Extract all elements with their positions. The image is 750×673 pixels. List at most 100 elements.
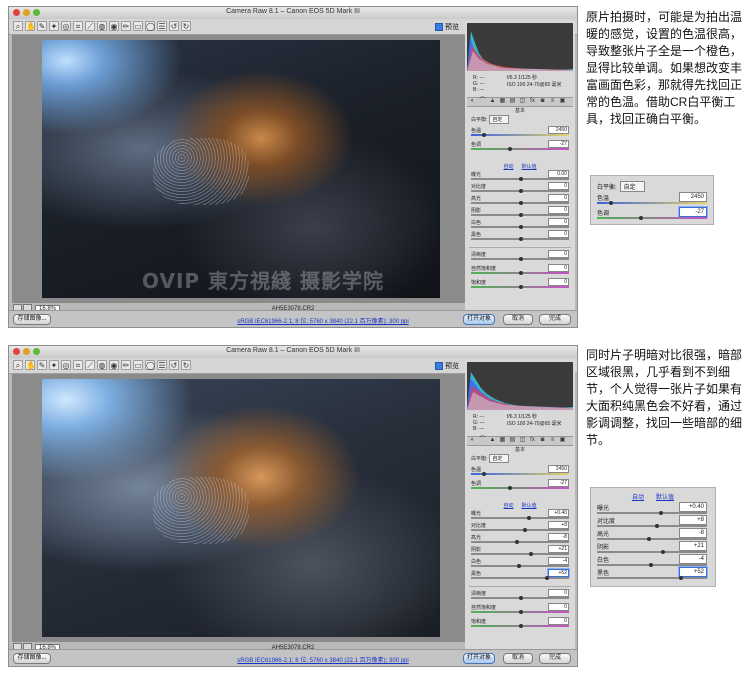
hand-tool-icon[interactable]: ✋: [25, 360, 36, 370]
cancel-button[interactable]: 取消: [503, 653, 533, 664]
save-image-button[interactable]: 存储图像...: [13, 314, 51, 325]
vibrance-slider[interactable]: 自然饱和度 0: [471, 264, 571, 276]
tint-slider[interactable]: 色调 -27: [471, 479, 571, 491]
zoom-tool-icon[interactable]: ⌕: [13, 360, 23, 370]
rotate-left-icon[interactable]: ↺: [169, 21, 179, 31]
white-balance-select[interactable]: 白平衡: 自定: [471, 115, 510, 124]
adjustment-brush-icon[interactable]: ✏: [121, 360, 131, 370]
color-sampler-icon[interactable]: ✦: [49, 21, 59, 31]
zoom-shadows-slider[interactable]: 阴影 +21: [597, 541, 709, 554]
presets-tab-icon[interactable]: ≡: [549, 437, 556, 444]
hsl-tab-icon[interactable]: ▦: [499, 437, 506, 444]
detail-tab-icon[interactable]: ▲: [489, 98, 496, 105]
zoom-tool-icon[interactable]: ⌕: [13, 21, 23, 31]
white-balance-tool-icon[interactable]: ✎: [37, 360, 47, 370]
whites-slider[interactable]: 白色 0: [471, 218, 571, 230]
contrast-slider[interactable]: 对比度 0: [471, 182, 571, 194]
spot-removal-icon[interactable]: ◍: [97, 360, 107, 370]
clarity-slider[interactable]: 清晰度 0: [471, 589, 571, 601]
clarity-slider[interactable]: 清晰度 0: [471, 250, 571, 262]
zoom-contrast-slider[interactable]: 对比度 +8: [597, 515, 709, 528]
lens-tab-icon[interactable]: ◫: [519, 98, 526, 105]
preview-checkbox[interactable]: 预览: [435, 361, 459, 371]
adjustment-brush-icon[interactable]: ✏: [121, 21, 131, 31]
default-link[interactable]: 默认值: [522, 164, 537, 170]
default-link[interactable]: 默认值: [656, 495, 674, 501]
basic-tab-icon[interactable]: ◐: [469, 98, 476, 105]
crop-tool-icon[interactable]: ⌗: [73, 21, 83, 31]
snapshots-tab-icon[interactable]: ▣: [559, 98, 566, 105]
shadows-slider[interactable]: 阴影 +21: [471, 545, 571, 557]
tone-curve-tab-icon[interactable]: ⌒: [479, 437, 486, 444]
zoom-wb-select[interactable]: 白平衡: 自定: [597, 181, 645, 192]
zoom-tint-slider[interactable]: 色调 -27: [597, 207, 709, 220]
whites-slider[interactable]: 白色 -4: [471, 557, 571, 569]
white-balance-select[interactable]: 白平衡: 自定: [471, 454, 510, 463]
highlights-slider[interactable]: 高光 -8: [471, 533, 571, 545]
zoom-whites-slider[interactable]: 白色 -4: [597, 554, 709, 567]
preferences-icon[interactable]: ☰: [157, 21, 167, 31]
tone-curve-tab-icon[interactable]: ⌒: [479, 98, 486, 105]
contrast-slider[interactable]: 对比度 +8: [471, 521, 571, 533]
straighten-tool-icon[interactable]: ⟋: [85, 360, 95, 370]
effects-tab-icon[interactable]: fx: [529, 437, 536, 444]
split-toning-tab-icon[interactable]: ▤: [509, 437, 516, 444]
targeted-adjust-icon[interactable]: ◎: [61, 21, 71, 31]
zoom-temperature-slider[interactable]: 色温 2450: [597, 192, 709, 205]
red-eye-icon[interactable]: ◉: [109, 360, 119, 370]
zoom-blacks-slider[interactable]: 黑色 +52: [597, 567, 709, 580]
hsl-tab-icon[interactable]: ▦: [499, 98, 506, 105]
workflow-options-link[interactable]: sRGB IEC61966-2.1; 8 位; 5760 x 3840 (22.…: [189, 316, 457, 325]
blacks-slider[interactable]: 黑色 0: [471, 230, 571, 242]
highlights-slider[interactable]: 高光 0: [471, 194, 571, 206]
white-balance-tool-icon[interactable]: ✎: [37, 21, 47, 31]
vibrance-slider[interactable]: 自然饱和度 0: [471, 603, 571, 615]
effects-tab-icon[interactable]: fx: [529, 98, 536, 105]
done-button[interactable]: 完成: [539, 314, 571, 325]
hand-tool-icon[interactable]: ✋: [25, 21, 36, 31]
auto-link[interactable]: 自动: [632, 495, 644, 501]
auto-link[interactable]: 自动: [503, 503, 513, 509]
open-object-button[interactable]: 打开对象: [463, 314, 495, 325]
straighten-tool-icon[interactable]: ⟋: [85, 21, 95, 31]
rotate-right-icon[interactable]: ↻: [181, 21, 191, 31]
lens-tab-icon[interactable]: ◫: [519, 437, 526, 444]
shadows-slider[interactable]: 阴影 0: [471, 206, 571, 218]
presets-tab-icon[interactable]: ≡: [549, 98, 556, 105]
blacks-slider[interactable]: 黑色 +52: [471, 569, 571, 581]
done-button[interactable]: 完成: [539, 653, 571, 664]
exposure-slider[interactable]: 曝光 0.00: [471, 170, 571, 182]
cancel-button[interactable]: 取消: [503, 314, 533, 325]
zoom-highlights-slider[interactable]: 高光 -8: [597, 528, 709, 541]
snapshots-tab-icon[interactable]: ▣: [559, 437, 566, 444]
workflow-options-link[interactable]: sRGB IEC61966-2.1; 8 位; 5760 x 3840 (22.…: [189, 655, 457, 664]
graduated-filter-icon[interactable]: ▭: [133, 21, 143, 31]
basic-tab-icon[interactable]: ◐: [469, 437, 476, 444]
exposure-slider[interactable]: 曝光 +0.40: [471, 509, 571, 521]
saturation-slider[interactable]: 饱和度 0: [471, 278, 571, 290]
save-image-button[interactable]: 存储图像...: [13, 653, 51, 664]
spot-removal-icon[interactable]: ◍: [97, 21, 107, 31]
split-toning-tab-icon[interactable]: ▤: [509, 98, 516, 105]
open-object-button[interactable]: 打开对象: [463, 653, 495, 664]
rotate-left-icon[interactable]: ↺: [169, 360, 179, 370]
red-eye-icon[interactable]: ◉: [109, 21, 119, 31]
preview-checkbox[interactable]: 预览: [435, 22, 459, 32]
crop-tool-icon[interactable]: ⌗: [73, 360, 83, 370]
graduated-filter-icon[interactable]: ▭: [133, 360, 143, 370]
tint-slider[interactable]: 色调 -27: [471, 140, 571, 152]
default-link[interactable]: 默认值: [522, 503, 537, 509]
targeted-adjust-icon[interactable]: ◎: [61, 360, 71, 370]
camera-calibration-tab-icon[interactable]: ◙: [539, 98, 546, 105]
radial-filter-icon[interactable]: ◯: [145, 360, 155, 370]
auto-link[interactable]: 自动: [503, 164, 513, 170]
temperature-slider[interactable]: 色温 2450: [471, 465, 571, 477]
preferences-icon[interactable]: ☰: [157, 360, 167, 370]
temperature-slider[interactable]: 色温 2450: [471, 126, 571, 138]
radial-filter-icon[interactable]: ◯: [145, 21, 155, 31]
zoom-exposure-slider[interactable]: 曝光 +0.40: [597, 502, 709, 515]
detail-tab-icon[interactable]: ▲: [489, 437, 496, 444]
color-sampler-icon[interactable]: ✦: [49, 360, 59, 370]
saturation-slider[interactable]: 饱和度 0: [471, 617, 571, 629]
camera-calibration-tab-icon[interactable]: ◙: [539, 437, 546, 444]
